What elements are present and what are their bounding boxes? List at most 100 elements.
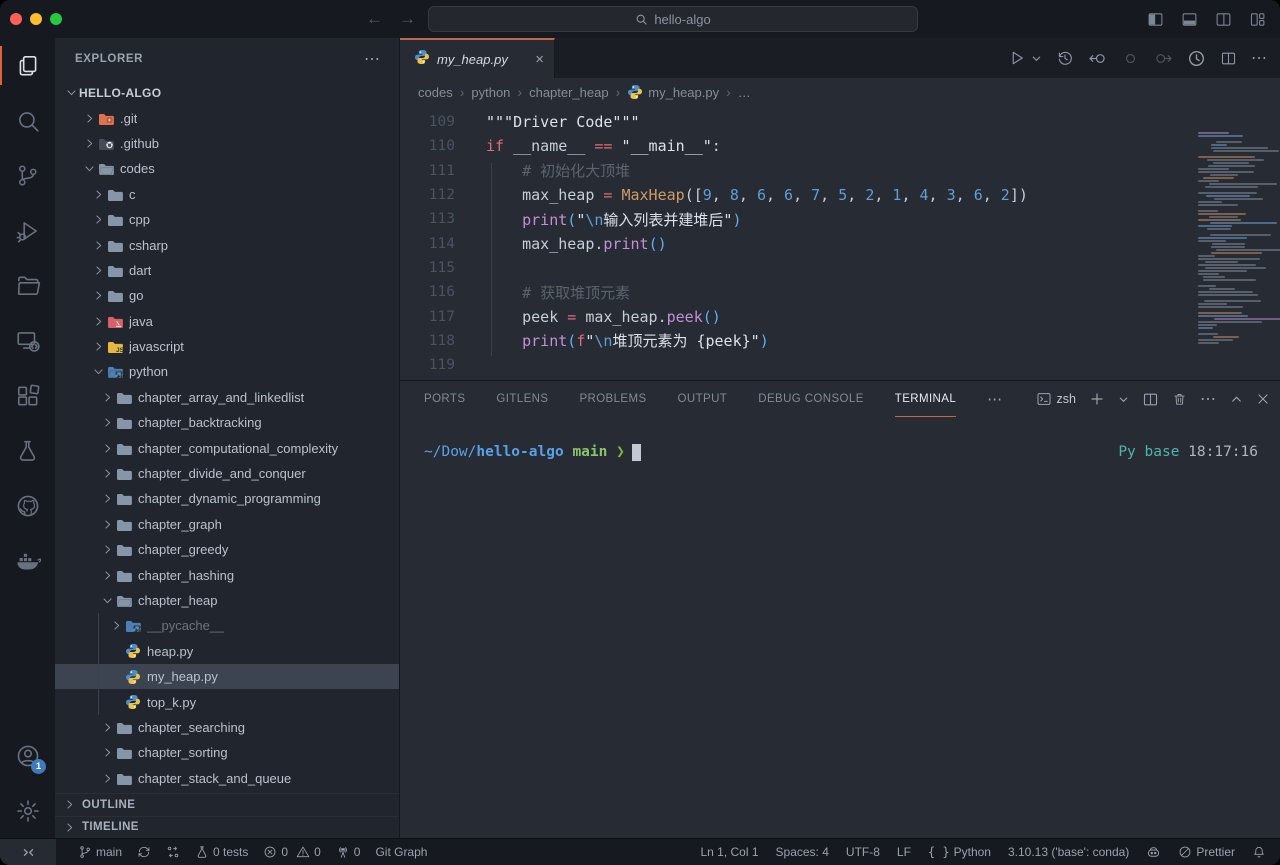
maximize-window-button[interactable] — [50, 13, 62, 25]
tree-item--pycache-[interactable]: __pycache__ — [55, 613, 399, 638]
panel-tab-problems[interactable]: PROBLEMS — [579, 381, 646, 417]
close-button[interactable] — [1256, 392, 1270, 406]
status-0[interactable]: 0 — [296, 845, 321, 859]
status-utf-8[interactable]: UTF-8 — [846, 845, 880, 859]
activity-extensions[interactable] — [0, 368, 55, 423]
activity-settings[interactable] — [0, 783, 55, 838]
activity-github[interactable] — [0, 478, 55, 533]
command-center-search[interactable]: hello-algo — [428, 6, 918, 32]
breadcrumb-codes[interactable]: codes — [418, 85, 453, 100]
circle-button[interactable] — [1121, 49, 1140, 68]
minimize-window-button[interactable] — [30, 13, 42, 25]
tree-item-chapter-heap[interactable]: chapter_heap — [55, 588, 399, 613]
status-git-graph[interactable]: Git Graph — [375, 845, 427, 859]
tree-item-csharp[interactable]: csharp — [55, 232, 399, 257]
status-lf[interactable]: LF — [897, 845, 911, 859]
diff-next-button[interactable] — [1154, 49, 1173, 68]
toggle-primary-sidebar-button[interactable] — [1147, 11, 1164, 28]
terminal-shell-button[interactable]: zsh — [1036, 391, 1076, 407]
tree-item-java[interactable]: java — [55, 309, 399, 334]
toggle-secondary-sidebar-button[interactable] — [1215, 11, 1232, 28]
activity-run-debug[interactable] — [0, 203, 55, 258]
activity-source-control[interactable] — [0, 148, 55, 203]
section-outline[interactable]: OUTLINE — [55, 793, 399, 816]
status-3-10-13-base-conda[interactable]: 3.10.13 ('base': conda) — [1008, 845, 1129, 859]
tree-item-my-heap-py[interactable]: my_heap.py — [55, 664, 399, 689]
status-bell[interactable] — [1252, 845, 1266, 859]
chevron-up-button[interactable] — [1230, 393, 1243, 406]
plus-button[interactable] — [1089, 391, 1105, 407]
tree-item-python[interactable]: python — [55, 359, 399, 384]
panel-tab-output[interactable]: OUTPUT — [678, 381, 728, 417]
panel-tab-ports[interactable]: PORTS — [424, 381, 465, 417]
status-prettier[interactable]: Prettier — [1178, 845, 1235, 859]
terminal[interactable]: ~/Dow/hello-algo main ❯ Py base 18:17:16 — [400, 417, 1280, 838]
chevron-down-button[interactable] — [1118, 394, 1129, 405]
code-editor[interactable]: 109"""Driver Code"""110if __name__ == "_… — [400, 106, 1280, 380]
tab-close-icon[interactable]: × — [535, 51, 544, 68]
activity-project-folder[interactable] — [0, 258, 55, 313]
tree-item-go[interactable]: go — [55, 283, 399, 308]
customize-layout-button[interactable] — [1249, 11, 1266, 28]
tree-item--git[interactable]: .git — [55, 105, 399, 130]
activity-accounts[interactable]: 1 — [0, 728, 55, 783]
more-button[interactable]: ⋯ — [1251, 48, 1268, 68]
forward-icon[interactable]: → — [399, 9, 416, 29]
remote-indicator-button[interactable] — [0, 839, 56, 865]
tree-item-chapter-dynamic-programming[interactable]: chapter_dynamic_programming — [55, 486, 399, 511]
breadcrumb-chapter-heap[interactable]: chapter_heap — [529, 85, 609, 100]
tree-item-chapter-stack-and-queue[interactable]: chapter_stack_and_queue — [55, 766, 399, 791]
activity-remote-explorer[interactable] — [0, 313, 55, 368]
status-python[interactable]: { }Python — [928, 845, 991, 859]
tab-my-heap[interactable]: my_heap.py × — [400, 38, 555, 78]
status-spaces-4[interactable]: Spaces: 4 — [776, 845, 829, 859]
tree-item-chapter-graph[interactable]: chapter_graph — [55, 512, 399, 537]
status-0[interactable]: 0 — [263, 845, 288, 859]
tree-item-c[interactable]: c — [55, 182, 399, 207]
trash-button[interactable] — [1172, 392, 1187, 407]
tree-item--github[interactable]: .github — [55, 131, 399, 156]
status-ln-1-col-1[interactable]: Ln 1, Col 1 — [700, 845, 758, 859]
status-sync[interactable] — [137, 845, 151, 859]
section-timeline[interactable]: TIMELINE — [55, 816, 399, 839]
more-button[interactable]: ⋯ — [1200, 389, 1217, 409]
panel-tab-terminal[interactable]: TERMINAL — [895, 381, 956, 417]
tree-item-chapter-array-and-linkedlist[interactable]: chapter_array_and_linkedlist — [55, 385, 399, 410]
diff-prev-button[interactable] — [1088, 49, 1107, 68]
tree-item-top-k-py[interactable]: top_k.py — [55, 689, 399, 714]
breadcrumb-my-heap-py[interactable]: my_heap.py — [627, 84, 719, 100]
activity-explorer-active[interactable] — [0, 38, 55, 93]
back-icon[interactable]: ← — [366, 9, 383, 29]
explorer-more-actions-button[interactable]: ⋯ — [364, 49, 381, 69]
tree-item-chapter-hashing[interactable]: chapter_hashing — [55, 562, 399, 587]
panel-tabs-more-button[interactable]: ⋯ — [987, 390, 1003, 408]
tree-item-chapter-computational-complexity[interactable]: chapter_computational_complexity — [55, 435, 399, 460]
tree-item-heap-py[interactable]: heap.py — [55, 639, 399, 664]
activity-search[interactable] — [0, 93, 55, 148]
breadcrumb--[interactable]: … — [738, 85, 751, 100]
tree-item-cpp[interactable]: cpp — [55, 207, 399, 232]
status-copilot[interactable] — [1146, 845, 1161, 860]
breadcrumb-python[interactable]: python — [471, 85, 510, 100]
activity-docker[interactable] — [0, 533, 55, 588]
status-0[interactable]: 0 — [336, 845, 361, 859]
panel-tab-debug-console[interactable]: DEBUG CONSOLE — [758, 381, 864, 417]
status-compare[interactable] — [166, 845, 180, 859]
panel-tab-gitlens[interactable]: GITLENS — [496, 381, 548, 417]
history-button[interactable] — [1056, 49, 1074, 67]
tree-item-dart[interactable]: dart — [55, 258, 399, 283]
tree-item-chapter-searching[interactable]: chapter_searching — [55, 715, 399, 740]
minimap[interactable] — [1196, 106, 1274, 380]
tree-item-chapter-sorting[interactable]: chapter_sorting — [55, 740, 399, 765]
status-0-tests[interactable]: 0 tests — [195, 845, 248, 859]
tree-item-hello-algo[interactable]: HELLO-ALGO — [55, 80, 399, 105]
split-button[interactable] — [1142, 391, 1159, 408]
status-main[interactable]: main — [78, 845, 122, 859]
activity-testing[interactable] — [0, 423, 55, 478]
close-window-button[interactable] — [10, 13, 22, 25]
tree-item-chapter-greedy[interactable]: chapter_greedy — [55, 537, 399, 562]
tree-item-codes[interactable]: codes — [55, 156, 399, 181]
tree-item-javascript[interactable]: JSjavascript — [55, 334, 399, 359]
tree-item-chapter-backtracking[interactable]: chapter_backtracking — [55, 410, 399, 435]
run-button[interactable] — [1008, 49, 1026, 67]
